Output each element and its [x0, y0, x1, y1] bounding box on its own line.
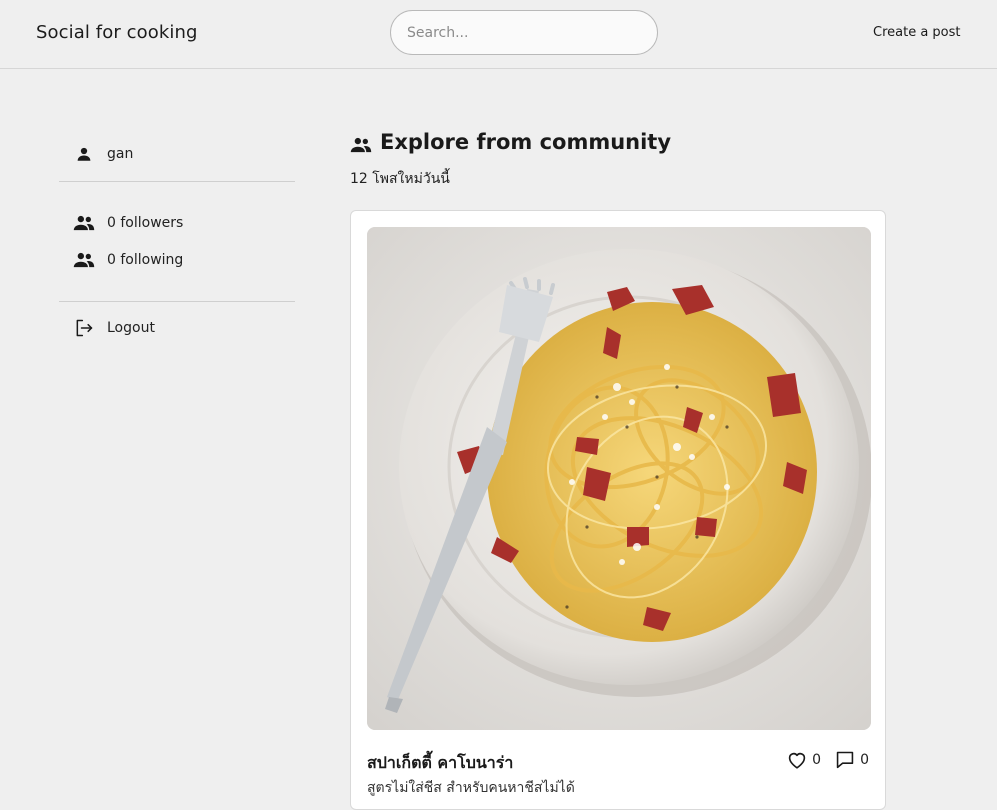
top-navbar: Social for cooking Create a post — [0, 0, 997, 69]
sidebar-divider — [59, 301, 295, 302]
search-input[interactable] — [390, 10, 658, 55]
logout-button[interactable]: Logout — [73, 319, 155, 337]
heart-icon — [788, 752, 806, 769]
comment-count: 0 — [860, 751, 869, 768]
person-icon — [73, 145, 95, 163]
create-post-link[interactable]: Create a post — [873, 25, 961, 40]
logout-label: Logout — [107, 320, 155, 336]
people-icon — [350, 137, 372, 157]
post-image[interactable] — [367, 227, 871, 730]
comment-button[interactable]: 0 — [835, 750, 869, 769]
following-count: 0 following — [107, 252, 184, 268]
comment-icon — [836, 751, 854, 769]
followers-count: 0 followers — [107, 215, 184, 231]
like-count: 0 — [812, 751, 822, 768]
followers-item[interactable]: 0 followers — [73, 214, 183, 232]
username-label: gan — [107, 146, 134, 162]
new-posts-count: 12 โพสใหม่วันนี้ — [350, 171, 450, 187]
brand-title[interactable]: Social for cooking — [36, 22, 198, 43]
feed-title: Explore from community — [380, 130, 672, 154]
post-description: สูตรไม่ใส่ชีส สำหรับคนหาชีสไม่ได้ — [367, 780, 575, 796]
people-icon — [73, 251, 95, 269]
post-title[interactable]: สปาเก็ตตี้ คาโบนาร่า — [367, 751, 513, 776]
sidebar-divider — [59, 181, 295, 182]
post-card[interactable]: สปาเก็ตตี้ คาโบนาร่า สูตรไม่ใส่ชีส สำหรั… — [350, 210, 886, 810]
post-stats: 0 0 — [773, 750, 869, 769]
like-button[interactable]: 0 — [787, 751, 821, 769]
people-icon — [73, 214, 95, 232]
following-item[interactable]: 0 following — [73, 251, 183, 269]
profile-username-item[interactable]: gan — [73, 145, 133, 163]
logout-icon — [73, 319, 95, 337]
